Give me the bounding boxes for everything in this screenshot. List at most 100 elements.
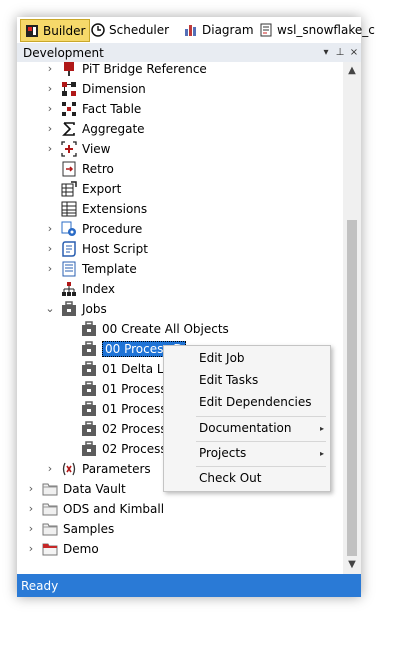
briefcase-icon [82, 321, 96, 336]
menu-item-label: Projects [199, 446, 247, 460]
sigma-icon [62, 122, 75, 136]
chevron-right-icon[interactable]: › [45, 123, 55, 134]
tab-scheduler[interactable]: Scheduler [87, 20, 173, 40]
tree-item-export[interactable]: Export [47, 179, 121, 199]
extensions-icon [61, 201, 77, 217]
briefcase-icon [82, 361, 96, 376]
chevron-right-icon[interactable]: › [26, 483, 36, 494]
tree-item-fact-table[interactable]: › Fact Table [47, 99, 141, 119]
tree-item-procedure[interactable]: › Procedure [47, 219, 142, 239]
fact-table-icon [62, 102, 76, 116]
red-folder-icon [42, 543, 58, 556]
status-text: Ready [21, 578, 59, 593]
host-script-icon [62, 241, 76, 257]
builder-window: Builder Scheduler Diagram wsl_snowflake_… [17, 17, 375, 597]
tree-item-data-vault[interactable]: › Data Vault [28, 479, 126, 499]
object-tree: › PiT Bridge Reference › Dimension › Fac… [17, 62, 343, 574]
menu-item-edit-dependencies[interactable]: Edit Dependencies [164, 391, 330, 413]
dimension-icon [62, 82, 76, 96]
chevron-right-icon[interactable]: › [26, 503, 36, 514]
tree-item-label: PiT Bridge Reference [82, 62, 207, 76]
briefcase-icon [82, 341, 96, 356]
chevron-right-icon[interactable]: › [26, 523, 36, 534]
view-icon [61, 141, 77, 157]
panel-header: Development ▾ ⊥ × [17, 43, 361, 62]
menu-item-edit-tasks[interactable]: Edit Tasks [164, 369, 330, 391]
submenu-arrow-icon: ▸ [319, 423, 324, 433]
folder-icon [42, 503, 58, 516]
tree-item-ods-kimball[interactable]: › ODS and Kimball [28, 499, 164, 519]
scroll-up-icon[interactable]: ▲ [343, 62, 361, 80]
tree-item-label: Index [82, 282, 116, 296]
briefcase-icon [82, 401, 96, 416]
tree-item-label: ODS and Kimball [63, 502, 165, 516]
tree-item-label: Dimension [82, 82, 146, 96]
tree-item-aggregate[interactable]: › Aggregate [47, 119, 145, 139]
template-icon [62, 261, 76, 277]
menu-item-label: Check Out [199, 471, 262, 485]
tree-item-view[interactable]: › View [47, 139, 110, 159]
tab-bar: Builder Scheduler Diagram wsl_snowflake_… [17, 17, 375, 44]
tab-document[interactable]: wsl_snowflake_c [255, 20, 379, 40]
tree-item-label: Export [82, 182, 122, 196]
chevron-right-icon[interactable]: › [45, 63, 55, 74]
tree-item-jobs[interactable]: ⌄ Jobs [45, 299, 107, 319]
tab-diagram[interactable]: Diagram [180, 20, 258, 40]
tree-item-label: Procedure [82, 222, 143, 236]
vertical-scrollbar[interactable]: ▲ ▼ [343, 62, 361, 574]
job-item[interactable]: 00 Create All Objects [81, 319, 229, 339]
context-menu: Edit Job Edit Tasks Edit Dependencies Do… [163, 345, 331, 492]
chevron-right-icon[interactable]: › [45, 143, 55, 154]
chevron-right-icon[interactable]: › [45, 83, 55, 94]
tree-item-parameters[interactable]: › Parameters [47, 459, 151, 479]
dropdown-icon[interactable]: ▾ [319, 47, 333, 58]
menu-item-label: Edit Job [199, 351, 245, 365]
submenu-arrow-icon: ▸ [319, 448, 324, 458]
chevron-right-icon[interactable]: › [45, 263, 55, 274]
parameters-icon [62, 462, 76, 476]
menu-item-label: Documentation [199, 421, 292, 435]
menu-item-check-out[interactable]: Check Out [164, 467, 330, 489]
procedure-icon [61, 221, 76, 236]
tree-item-label: Extensions [82, 202, 148, 216]
panel-title: Development [23, 45, 104, 60]
document-icon [260, 23, 272, 37]
chevron-right-icon[interactable]: › [45, 463, 55, 474]
tree-item-host-script[interactable]: › Host Script [47, 239, 148, 259]
tree-item-index[interactable]: Index [47, 279, 115, 299]
tree-item-label: View [82, 142, 111, 156]
tree-item-samples[interactable]: › Samples [28, 519, 114, 539]
menu-item-label: Edit Dependencies [199, 395, 312, 409]
menu-item-documentation[interactable]: Documentation ▸ [164, 417, 330, 439]
folder-icon [42, 523, 58, 536]
tab-builder[interactable]: Builder [20, 19, 91, 42]
scrollbar-thumb[interactable] [347, 220, 357, 556]
chevron-right-icon[interactable]: › [45, 103, 55, 114]
tab-label: Diagram [202, 23, 254, 37]
chevron-right-icon[interactable]: › [26, 543, 36, 554]
briefcase-icon [82, 421, 96, 436]
chevron-down-icon[interactable]: ⌄ [45, 303, 55, 314]
chevron-right-icon[interactable]: › [45, 243, 55, 254]
diagram-icon [185, 25, 196, 36]
tree-item-label: Host Script [82, 242, 148, 256]
menu-item-projects[interactable]: Projects ▸ [164, 442, 330, 464]
tree-item-label: Demo [63, 542, 99, 556]
tab-label: Scheduler [109, 23, 170, 37]
tree-item-retro[interactable]: Retro [47, 159, 114, 179]
chevron-right-icon[interactable]: › [45, 223, 55, 234]
tree-item-extensions[interactable]: Extensions [47, 199, 147, 219]
index-icon [62, 282, 76, 296]
scroll-down-icon[interactable]: ▼ [343, 556, 361, 574]
pin-icon[interactable]: ⊥ [333, 47, 347, 58]
close-icon[interactable]: × [347, 47, 361, 58]
tree-item-label: Template [82, 262, 137, 276]
briefcase-icon [82, 381, 96, 396]
tree-item-demo[interactable]: › Demo [28, 539, 99, 559]
menu-item-edit-job[interactable]: Edit Job [164, 347, 330, 369]
tree-item-pit-bridge[interactable]: › PiT Bridge Reference [47, 62, 207, 79]
status-bar: Ready [17, 574, 361, 597]
menu-item-label: Edit Tasks [199, 373, 259, 387]
tree-item-dimension[interactable]: › Dimension [47, 79, 146, 99]
tree-item-template[interactable]: › Template [47, 259, 137, 279]
